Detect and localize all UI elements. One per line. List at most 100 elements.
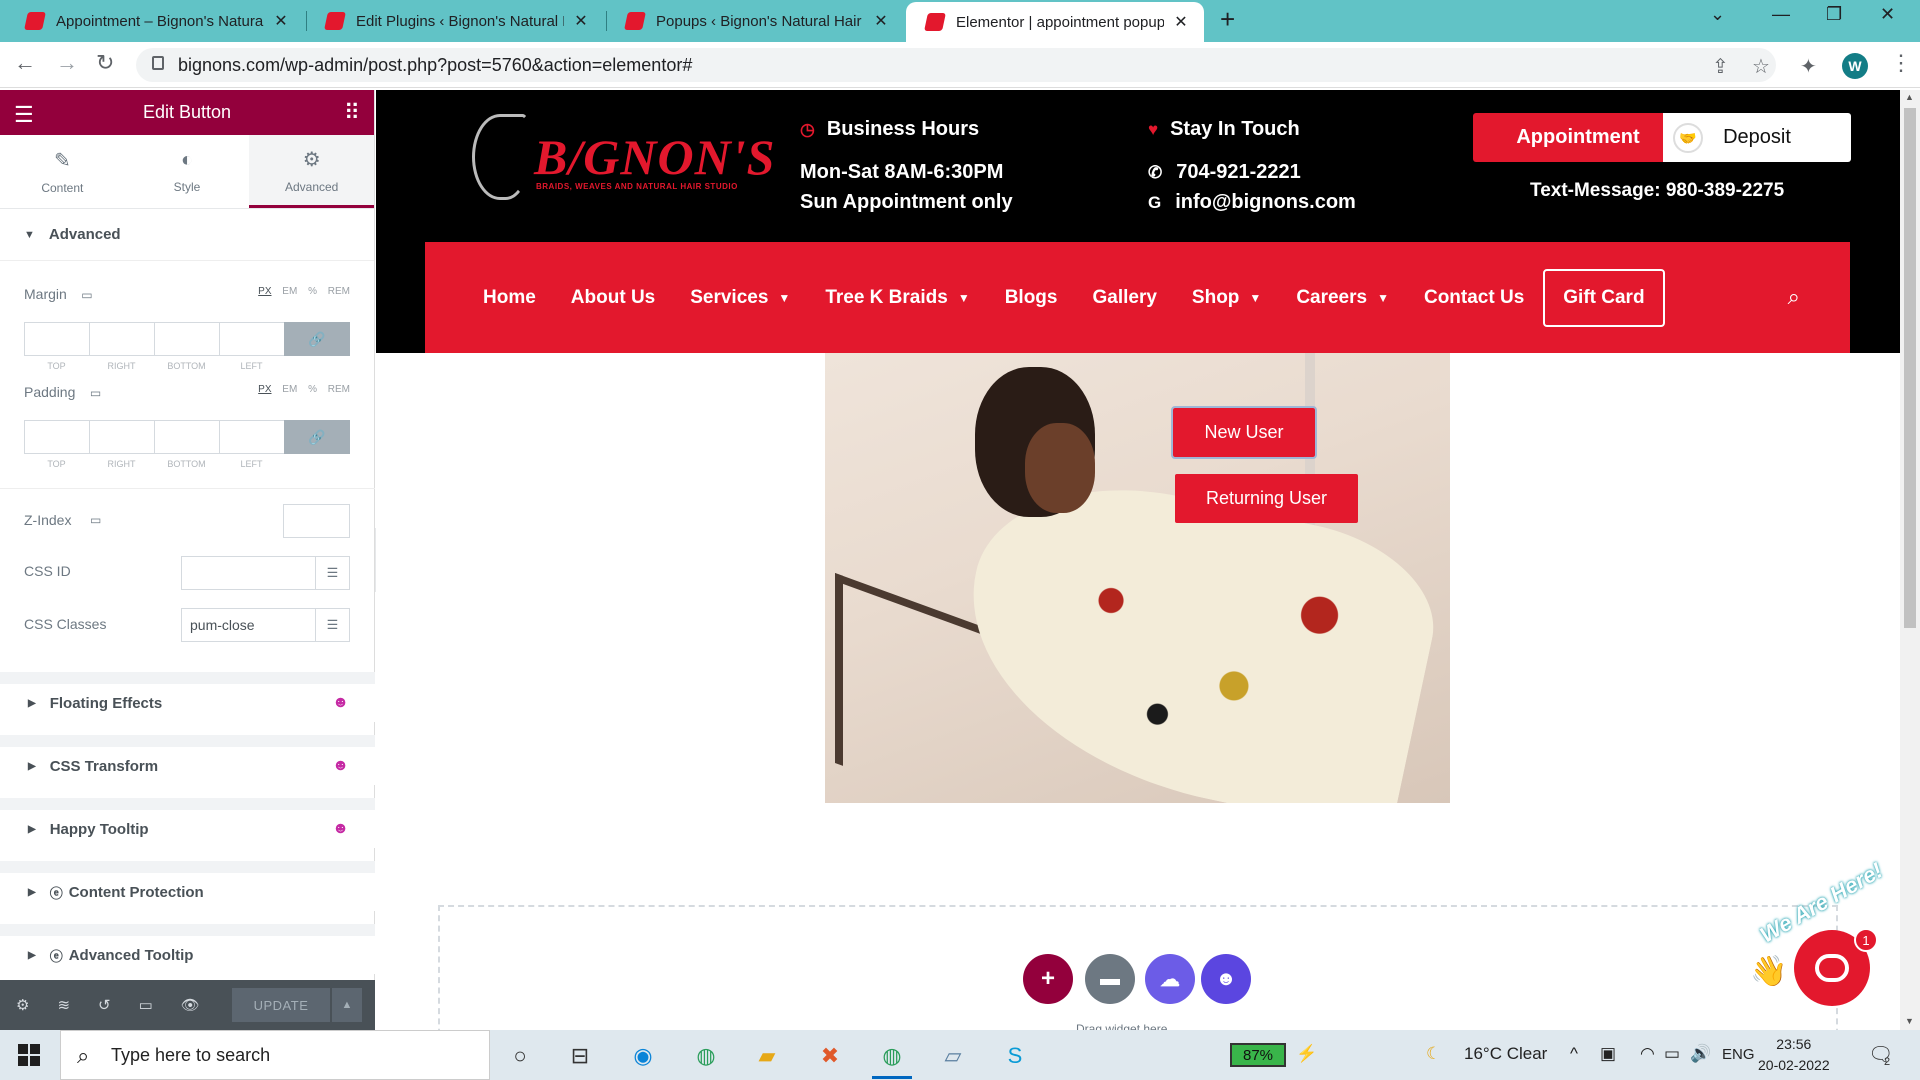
taskbar-search[interactable]: ⌕ Type here to search xyxy=(60,1030,490,1080)
dynamic-tags-icon[interactable]: ☰ xyxy=(316,608,350,642)
battery-icon[interactable]: ▭ xyxy=(1664,1044,1680,1064)
preview-eye-icon[interactable]: 👁 xyxy=(181,996,200,1014)
settings-icon[interactable]: ⚙ xyxy=(16,996,29,1014)
volume-icon[interactable]: 🔊 xyxy=(1690,1044,1711,1064)
restore-button[interactable]: ❐ xyxy=(1826,4,1842,25)
padding-top-input[interactable] xyxy=(24,420,89,454)
browser-menu-icon[interactable]: ⋮ xyxy=(1890,50,1912,76)
weather-text[interactable]: 16°C Clear xyxy=(1464,1044,1547,1064)
browser-tab[interactable]: Popups ‹ Bignon's Natural Hair St ✕ xyxy=(606,0,904,42)
padding-left-input[interactable] xyxy=(219,420,284,454)
cssid-input[interactable] xyxy=(181,556,316,590)
wifi-icon[interactable]: ◠ xyxy=(1640,1044,1655,1064)
preview-scrollbar[interactable]: ▲ ▼ xyxy=(1900,90,1920,1030)
chrome-profile-icon[interactable]: ◍ xyxy=(690,1040,722,1072)
network-icon[interactable]: ▣ xyxy=(1600,1044,1616,1064)
widgets-grid-icon[interactable]: ⠿ xyxy=(344,100,360,126)
desktop-icon[interactable]: ▭ xyxy=(90,386,101,400)
section-happy-tooltip[interactable]: ▶ Happy Tooltip ☻ xyxy=(0,798,375,848)
hamburger-menu-icon[interactable]: ☰ xyxy=(14,102,34,128)
address-bar[interactable]: bignons.com/wp-admin/post.php?post=5760&… xyxy=(136,48,1776,82)
link-values-icon[interactable]: 🔗 xyxy=(284,322,350,356)
nav-about[interactable]: About Us xyxy=(571,287,655,309)
nav-careers[interactable]: Careers ▼ xyxy=(1296,287,1389,309)
unit-selector[interactable]: PX EM % REM xyxy=(258,384,350,395)
phone-link[interactable]: ✆ 704-921-2221 xyxy=(1148,161,1301,184)
addon-template-button[interactable]: ☁ xyxy=(1145,954,1195,1004)
navigator-layers-icon[interactable]: ≋ xyxy=(57,996,70,1014)
new-tab-button[interactable]: + xyxy=(1220,4,1235,35)
margin-bottom-input[interactable] xyxy=(154,322,219,356)
responsive-mode-icon[interactable]: ▭ xyxy=(139,996,153,1014)
close-icon[interactable]: ✕ xyxy=(872,11,890,31)
margin-left-input[interactable] xyxy=(219,322,284,356)
battery-indicator[interactable]: 87% xyxy=(1230,1043,1286,1067)
browser-tab-active[interactable]: Elementor | appointment popup ✕ xyxy=(906,2,1204,42)
scroll-down-icon[interactable]: ▼ xyxy=(1905,1016,1914,1026)
close-icon[interactable]: ✕ xyxy=(272,11,290,31)
deposit-button[interactable]: 🤝 Deposit xyxy=(1663,113,1851,162)
section-content-protection[interactable]: ▶ ⓔ Content Protection xyxy=(0,861,375,911)
history-icon[interactable]: ↺ xyxy=(98,996,111,1014)
xampp-icon[interactable]: ✖ xyxy=(814,1040,846,1072)
tab-style[interactable]: ◐ Style xyxy=(125,135,250,208)
desktop-icon[interactable]: ▭ xyxy=(90,513,101,527)
cortana-icon[interactable]: ○ xyxy=(504,1040,536,1072)
browser-tab[interactable]: Appointment – Bignon's Natural H ✕ xyxy=(6,0,304,42)
happy-templates-button[interactable]: ☻ xyxy=(1201,954,1251,1004)
add-section-button[interactable]: + xyxy=(1023,954,1073,1004)
system-clock[interactable]: 23:56 20-02-2022 xyxy=(1758,1034,1830,1076)
gift-card-button[interactable]: Gift Card xyxy=(1543,268,1665,327)
tab-search-icon[interactable]: ⌄ xyxy=(1710,4,1725,25)
section-advanced-toggle[interactable]: ▼ Advanced xyxy=(0,209,374,261)
windows-start-icon[interactable] xyxy=(18,1044,40,1066)
reload-icon[interactable]: ↻ xyxy=(96,50,114,76)
browser-tab[interactable]: Edit Plugins ‹ Bignon's Natural Ha ✕ xyxy=(306,0,604,42)
file-explorer-icon[interactable]: ▰ xyxy=(751,1040,783,1072)
language-indicator[interactable]: ENG xyxy=(1722,1046,1755,1063)
nav-services[interactable]: Services ▼ xyxy=(690,287,790,309)
moon-weather-icon[interactable]: ☾ xyxy=(1426,1044,1441,1064)
task-view-icon[interactable]: ⊟ xyxy=(564,1040,596,1072)
chrome-icon[interactable]: ◍ xyxy=(876,1040,908,1072)
link-values-icon[interactable]: 🔗 xyxy=(284,420,350,454)
desktop-icon[interactable]: ▭ xyxy=(81,288,92,302)
edge-icon[interactable]: ◉ xyxy=(627,1040,659,1072)
margin-right-input[interactable] xyxy=(89,322,154,356)
share-icon[interactable]: ⇪ xyxy=(1712,54,1729,79)
extensions-icon[interactable]: ✦ xyxy=(1800,54,1817,79)
unit-selector[interactable]: PX EM % REM xyxy=(258,286,350,297)
nav-blogs[interactable]: Blogs xyxy=(1005,287,1058,309)
tab-content[interactable]: ✎ Content xyxy=(0,135,125,208)
close-window-button[interactable]: ✕ xyxy=(1880,4,1895,25)
margin-top-input[interactable] xyxy=(24,322,89,356)
close-icon[interactable]: ✕ xyxy=(1172,12,1190,32)
minimize-button[interactable]: — xyxy=(1772,4,1790,25)
nav-shop[interactable]: Shop ▼ xyxy=(1192,287,1261,309)
forward-icon[interactable]: → xyxy=(56,50,78,76)
bookmark-star-icon[interactable]: ☆ xyxy=(1752,54,1770,79)
tab-advanced[interactable]: ⚙ Advanced xyxy=(249,135,375,208)
cssclasses-input[interactable]: pum-close xyxy=(181,608,316,642)
drop-zone[interactable] xyxy=(438,905,1838,1030)
site-logo[interactable]: B/GNON'S BRAIDS, WEAVES AND NATURAL HAIR… xyxy=(468,114,774,202)
nav-contact[interactable]: Contact Us xyxy=(1424,287,1524,309)
search-icon[interactable]: ⌕ xyxy=(1788,284,1800,310)
chevron-up-icon[interactable]: ▲ xyxy=(332,988,362,1022)
nav-tree-k-braids[interactable]: Tree K Braids ▼ xyxy=(825,287,969,309)
template-library-button[interactable]: ▬ xyxy=(1085,954,1135,1004)
show-hidden-icons[interactable]: ^ xyxy=(1570,1044,1578,1064)
padding-bottom-input[interactable] xyxy=(154,420,219,454)
section-floating-effects[interactable]: ▶ Floating Effects ☻ xyxy=(0,672,375,722)
update-button[interactable]: UPDATE xyxy=(232,988,330,1022)
nav-home[interactable]: Home xyxy=(483,287,536,309)
skype-icon[interactable]: S xyxy=(999,1040,1031,1072)
scroll-up-icon[interactable]: ▲ xyxy=(1905,92,1914,102)
padding-right-input[interactable] xyxy=(89,420,154,454)
scrollbar-thumb[interactable] xyxy=(1904,108,1916,628)
dynamic-tags-icon[interactable]: ☰ xyxy=(316,556,350,590)
appointment-button[interactable]: Appointment xyxy=(1473,113,1683,162)
nav-gallery[interactable]: Gallery xyxy=(1092,287,1156,309)
returning-user-button[interactable]: Returning User xyxy=(1175,474,1358,523)
back-icon[interactable]: ← xyxy=(14,50,36,76)
